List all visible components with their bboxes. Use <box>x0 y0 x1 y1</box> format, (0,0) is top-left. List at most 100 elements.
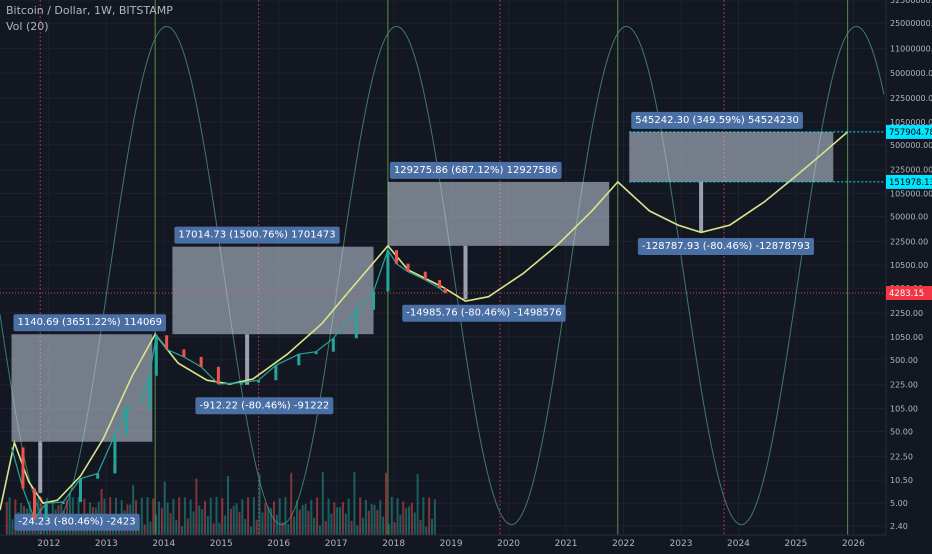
price-axis-label: 500000.00 <box>890 141 932 150</box>
volume-bar <box>264 502 267 535</box>
volume-bar <box>201 509 204 535</box>
price-axis-label: 2250.00 <box>890 309 923 318</box>
volume-bar <box>241 499 244 535</box>
price-chart[interactable]: 1140.69 (3651.22%) 114069 17014.73 (1500.… <box>0 0 932 550</box>
volume-bar <box>221 498 224 535</box>
volume-bar <box>252 497 255 535</box>
drawdown-bar[interactable] <box>463 245 468 300</box>
current-price-marker: 4283.15 <box>889 289 924 299</box>
volume-bar <box>428 497 431 535</box>
volume-bar <box>183 497 186 535</box>
volume-bar <box>178 497 181 535</box>
volume-bar <box>431 518 434 535</box>
volume-bar <box>310 499 313 535</box>
volume-bar <box>8 497 11 535</box>
volume-bar <box>433 499 436 535</box>
volume-bar <box>206 515 209 535</box>
volume-bar <box>235 503 238 535</box>
volume-bar <box>373 504 376 535</box>
time-axis-label: 2021 <box>555 539 578 549</box>
time-axis-label: 2017 <box>325 539 348 549</box>
price-candle <box>239 382 243 385</box>
volume-bar <box>321 472 324 535</box>
volume-bar <box>307 510 310 535</box>
volume-bar <box>169 512 172 535</box>
volume-bar <box>275 514 278 535</box>
price-axis-label: 2250000.00 <box>890 94 932 103</box>
volume-bar <box>379 500 382 535</box>
volume-bar <box>350 520 353 535</box>
drawdown-bar[interactable] <box>38 441 43 493</box>
volume-indicator-label[interactable]: Vol (20) <box>6 20 49 33</box>
time-axis-label: 2020 <box>497 539 520 549</box>
volume-bar <box>304 504 307 535</box>
time-axis-label: 2018 <box>382 539 405 549</box>
price-candle <box>21 447 25 489</box>
price-candle <box>257 380 261 383</box>
drawdown-bar[interactable] <box>245 334 250 385</box>
volume-bar <box>341 502 344 535</box>
volume-bar <box>258 474 261 535</box>
price-candle <box>395 250 399 264</box>
volume-bar <box>364 499 367 535</box>
price-axis-label: 52500000.00 <box>890 0 932 5</box>
volume-bar <box>140 497 143 535</box>
price-candle <box>96 473 100 479</box>
volume-bar <box>272 501 275 535</box>
price-axis-label: 11000000.00 <box>890 45 932 54</box>
time-axis-label: 2025 <box>784 539 807 549</box>
price-candle <box>297 354 301 366</box>
price-candle <box>354 309 358 339</box>
price-axis-label: 50000.00 <box>890 213 928 222</box>
volume-bar <box>238 511 241 535</box>
price-axis-label: 25000000.00 <box>890 19 932 28</box>
price-candle <box>78 478 82 502</box>
volume-bar <box>362 517 365 535</box>
price-candle <box>136 406 140 410</box>
price-axis-label: 50.00 <box>890 428 913 437</box>
volume-bar <box>267 506 270 535</box>
volume-bar <box>344 513 347 535</box>
gain-box-label: 1140.69 (3651.22%) 114069 <box>17 317 162 328</box>
volume-bar <box>146 497 149 535</box>
price-candle <box>386 250 390 292</box>
volume-bar <box>175 520 178 535</box>
time-axis-label: 2019 <box>440 539 463 549</box>
volume-bar <box>195 478 198 535</box>
gain-box[interactable] <box>629 131 834 182</box>
drawdown-bar[interactable] <box>699 181 704 233</box>
volume-bar <box>376 509 379 535</box>
gain-box[interactable] <box>172 246 374 335</box>
price-candle <box>443 288 447 294</box>
volume-bar <box>229 508 232 535</box>
price-axis-label: 2.40 <box>890 522 908 531</box>
volume-bar <box>356 525 359 535</box>
price-axis-label: 500.00 <box>890 356 918 365</box>
volume-bar <box>422 497 425 535</box>
volume-bar <box>359 497 362 535</box>
price-candle <box>165 335 169 350</box>
gain-box[interactable] <box>387 181 610 246</box>
volume-bar <box>347 498 350 535</box>
volume-bar <box>192 511 195 535</box>
volume-bar <box>255 519 258 535</box>
volume-bar <box>278 498 281 535</box>
volume-bar <box>385 472 388 535</box>
time-axis-label: 2024 <box>727 539 750 549</box>
gain-box[interactable] <box>11 334 153 442</box>
volume-bar <box>396 498 399 535</box>
chart-svg[interactable]: 1140.69 (3651.22%) 114069 17014.73 (1500.… <box>0 0 932 550</box>
volume-bar <box>204 500 207 535</box>
volume-bar <box>163 481 166 535</box>
price-candle <box>438 280 442 289</box>
gain-box-label: 17014.73 (1500.76%) 1701473 <box>178 230 335 241</box>
volume-bar <box>416 474 419 535</box>
price-axis-label: 1050.00 <box>890 333 923 342</box>
volume-bar <box>339 507 342 535</box>
volume-bar <box>410 502 413 535</box>
volume-bar <box>209 497 212 535</box>
price-axis-label: 105000.00 <box>890 189 932 198</box>
volume-bar <box>287 524 290 535</box>
price-candle <box>423 271 427 281</box>
time-axis-label: 2023 <box>670 539 693 549</box>
